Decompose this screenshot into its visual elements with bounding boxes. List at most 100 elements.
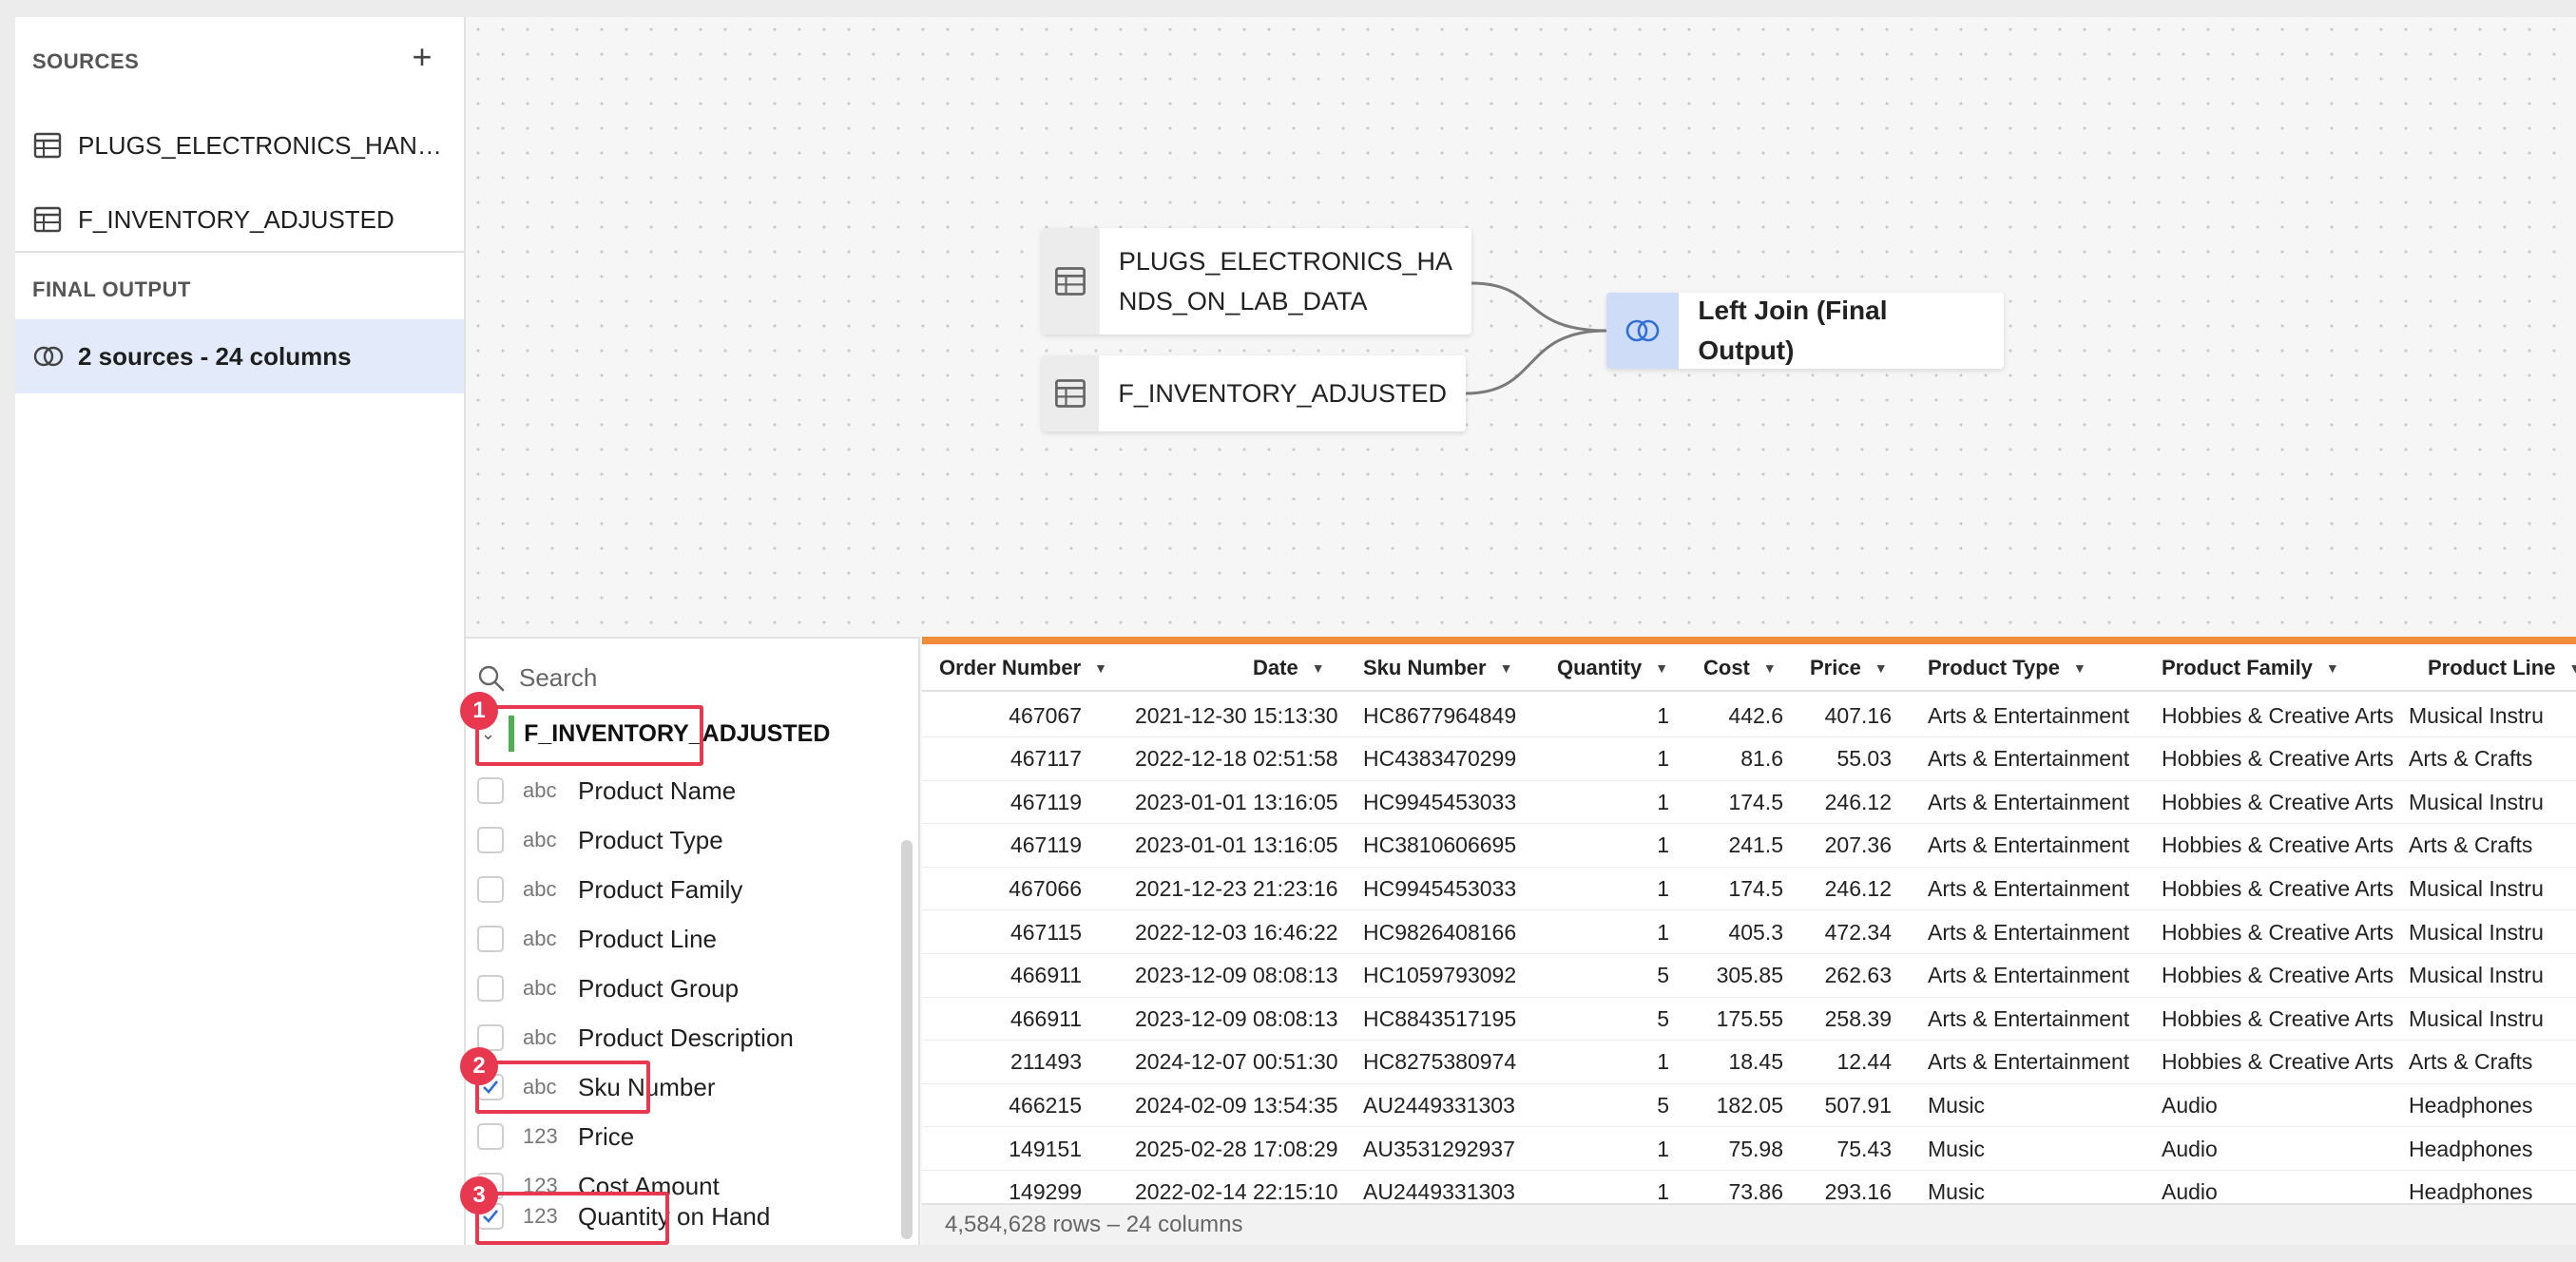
table-cell[interactable]: Arts & Entertainment: [1928, 1041, 2156, 1084]
table-cell[interactable]: Arts & Entertainment: [1928, 867, 2156, 910]
table-cell[interactable]: 2025-02-28 17:08:29: [1135, 1127, 1359, 1171]
table-cell[interactable]: Arts & Entertainment: [1928, 694, 2156, 737]
caret-down-icon[interactable]: ▼: [1655, 660, 1668, 676]
field-checkbox[interactable]: [477, 876, 504, 903]
source-node-plugs-electronics[interactable]: PLUGS_ELECTRONICS_HA NDS_ON_LAB_DATA: [1042, 228, 1471, 335]
field-product-description[interactable]: abc Product Description: [477, 1013, 794, 1062]
caret-down-icon[interactable]: ▼: [1763, 660, 1777, 676]
table-cell[interactable]: 2023-01-01 13:16:05: [1135, 780, 1359, 824]
table-cell[interactable]: Music: [1928, 1083, 2156, 1127]
column-header-product-line[interactable]: Product Line ▼: [2428, 644, 2576, 692]
table-cell[interactable]: Musical Instru: [2409, 910, 2576, 954]
table-cell[interactable]: 467066: [922, 867, 1082, 910]
table-cell[interactable]: Arts & Entertainment: [1928, 954, 2156, 998]
caret-down-icon[interactable]: ▼: [2326, 660, 2339, 676]
table-cell[interactable]: Hobbies & Creative Arts: [2162, 824, 2418, 868]
table-cell[interactable]: 149151: [922, 1127, 1082, 1171]
table-cell[interactable]: 211493: [922, 1041, 1082, 1084]
table-row[interactable]: 467066 2021-12-23 21:23:16 HC9945453033 1 17…: [922, 867, 2576, 911]
table-cell[interactable]: Audio: [2162, 1083, 2418, 1127]
field-product-group[interactable]: abc Product Group: [477, 964, 739, 1013]
field-checkbox[interactable]: [477, 777, 504, 804]
table-cell[interactable]: 2021-12-23 21:23:16: [1135, 867, 1359, 910]
table-cell[interactable]: 407.16: [1682, 694, 1892, 737]
table-row[interactable]: 467115 2022-12-03 16:46:22 HC9826408166 1 40…: [922, 910, 2576, 954]
table-cell[interactable]: Hobbies & Creative Arts: [2162, 954, 2418, 998]
table-cell[interactable]: 207.36: [1682, 824, 1892, 868]
table-cell[interactable]: 12.44: [1682, 1041, 1892, 1084]
add-source-button[interactable]: +: [405, 40, 439, 76]
table-row[interactable]: 466215 2024-02-09 13:54:35 AU2449331303 5 18…: [922, 1083, 2576, 1128]
table-cell[interactable]: 2024-12-07 00:51:30: [1135, 1041, 1359, 1084]
table-cell[interactable]: Musical Instru: [2409, 867, 2576, 910]
table-cell[interactable]: 2022-12-18 02:51:58: [1135, 737, 1359, 781]
table-cell[interactable]: Hobbies & Creative Arts: [2162, 997, 2418, 1041]
column-header-order-number[interactable]: Order Number ▼: [939, 644, 1107, 692]
table-cell[interactable]: 2024-02-09 13:54:35: [1135, 1083, 1359, 1127]
table-cell[interactable]: Hobbies & Creative Arts: [2162, 910, 2418, 954]
table-cell[interactable]: Arts & Entertainment: [1928, 997, 2156, 1041]
field-price[interactable]: 123 Price: [477, 1112, 634, 1161]
table-cell[interactable]: Musical Instru: [2409, 954, 2576, 998]
join-node[interactable]: Left Join (Final Output): [1606, 293, 2004, 369]
table-cell[interactable]: Arts & Crafts: [2409, 1041, 2576, 1084]
table-cell[interactable]: Arts & Entertainment: [1928, 824, 2156, 868]
table-cell[interactable]: 2023-01-01 13:16:05: [1135, 824, 1359, 868]
flow-canvas[interactable]: PLUGS_ELECTRONICS_HA NDS_ON_LAB_DATA F_IN…: [466, 17, 2576, 637]
table-cell[interactable]: Hobbies & Creative Arts: [2162, 1041, 2418, 1084]
source-node-f-inventory-adjusted[interactable]: F_INVENTORY_ADJUSTED: [1042, 355, 1466, 431]
column-header-sku-number[interactable]: Sku Number ▼: [1363, 644, 1512, 692]
table-row[interactable]: 467117 2022-12-18 02:51:58 HC4383470299 1 81…: [922, 737, 2576, 781]
table-cell[interactable]: 466215: [922, 1083, 1082, 1127]
table-cell[interactable]: 246.12: [1682, 780, 1892, 824]
table-cell[interactable]: 467115: [922, 910, 1082, 954]
column-panel-scrollbar[interactable]: [901, 840, 913, 1239]
table-cell[interactable]: 262.63: [1682, 954, 1892, 998]
caret-down-icon[interactable]: ▼: [1312, 660, 1325, 676]
table-cell[interactable]: Headphones: [2409, 1127, 2576, 1171]
source-item-f-inventory-adjusted[interactable]: F_INVENTORY_ADJUSTED: [15, 182, 464, 257]
table-cell[interactable]: Arts & Crafts: [2409, 824, 2576, 868]
table-cell[interactable]: 467117: [922, 737, 1082, 781]
table-cell[interactable]: Musical Instru: [2409, 694, 2576, 737]
caret-down-icon[interactable]: ▼: [1094, 660, 1107, 676]
column-header-price[interactable]: Price ▼: [1810, 644, 1888, 692]
table-cell[interactable]: 472.34: [1682, 910, 1892, 954]
table-cell[interactable]: Musical Instru: [2409, 780, 2576, 824]
table-cell[interactable]: Hobbies & Creative Arts: [2162, 867, 2418, 910]
table-cell[interactable]: Hobbies & Creative Arts: [2162, 780, 2418, 824]
table-cell[interactable]: 2022-12-03 16:46:22: [1135, 910, 1359, 954]
table-cell[interactable]: Arts & Entertainment: [1928, 737, 2156, 781]
table-cell[interactable]: 2023-12-09 08:08:13: [1135, 997, 1359, 1041]
column-header-product-type[interactable]: Product Type ▼: [1928, 644, 2086, 692]
field-checkbox[interactable]: [477, 1123, 504, 1150]
table-cell[interactable]: Arts & Entertainment: [1928, 910, 2156, 954]
column-header-product-family[interactable]: Product Family ▼: [2162, 644, 2339, 692]
caret-down-icon[interactable]: ▼: [2568, 660, 2576, 676]
table-row[interactable]: 211493 2024-12-07 00:51:30 HC8275380974 1 18…: [922, 1041, 2576, 1084]
field-checkbox[interactable]: [477, 827, 504, 853]
table-cell[interactable]: Musical Instru: [2409, 997, 2576, 1041]
source-item-plugs-electronics[interactable]: PLUGS_ELECTRONICS_HANDS_ON_LAB_DATA: [15, 108, 464, 182]
table-row[interactable]: 467119 2023-01-01 13:16:05 HC3810606695 1 24…: [922, 824, 2576, 868]
column-header-quantity[interactable]: Quantity ▼: [1557, 644, 1668, 692]
column-header-date[interactable]: Date ▼: [1253, 644, 1325, 692]
caret-down-icon[interactable]: ▼: [2073, 660, 2086, 676]
table-cell[interactable]: Arts & Entertainment: [1928, 780, 2156, 824]
table-cell[interactable]: 246.12: [1682, 867, 1892, 910]
table-row[interactable]: 466911 2023-12-09 08:08:13 HC1059793092 5 30…: [922, 954, 2576, 998]
search-box[interactable]: [477, 663, 880, 693]
table-row[interactable]: 149151 2025-02-28 17:08:29 AU3531292937 1 75…: [922, 1127, 2576, 1171]
field-product-line[interactable]: abc Product Line: [477, 914, 717, 964]
table-cell[interactable]: 2021-12-30 15:13:30: [1135, 694, 1359, 737]
table-cell[interactable]: Audio: [2162, 1127, 2418, 1171]
caret-down-icon[interactable]: ▼: [1874, 660, 1888, 676]
table-cell[interactable]: Music: [1928, 1127, 2156, 1171]
table-cell[interactable]: 55.03: [1682, 737, 1892, 781]
search-input[interactable]: [519, 663, 880, 693]
table-cell[interactable]: 2023-12-09 08:08:13: [1135, 954, 1359, 998]
table-row[interactable]: 466911 2023-12-09 08:08:13 HC8843517195 5 17…: [922, 997, 2576, 1042]
field-checkbox[interactable]: [477, 975, 504, 1002]
column-header-cost[interactable]: Cost ▼: [1703, 644, 1777, 692]
table-row[interactable]: 467119 2023-01-01 13:16:05 HC9945453033 1 17…: [922, 780, 2576, 825]
